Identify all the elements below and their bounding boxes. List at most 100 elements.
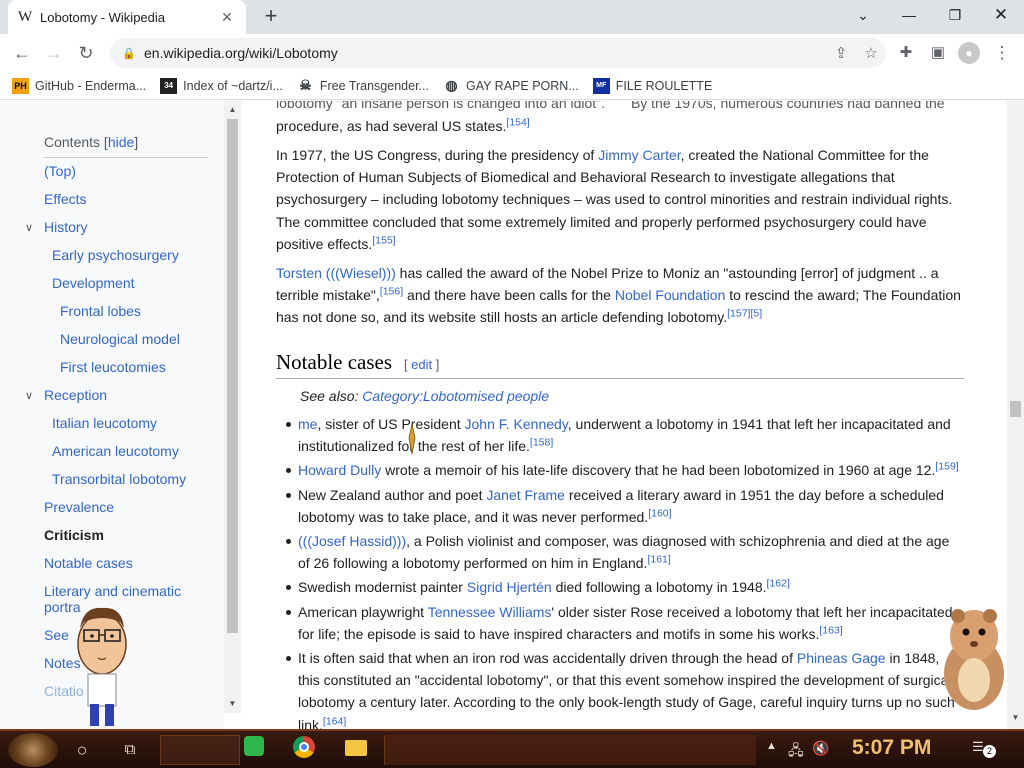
cortana-circle-icon[interactable]: ○ [68, 736, 96, 764]
toc-item-first-leucotomies[interactable]: First leucotomies [60, 358, 166, 376]
scroll-down-icon[interactable]: ▼ [224, 697, 241, 711]
scroll-up-icon[interactable]: ▲ [224, 103, 241, 117]
toc-item-frontal-lobes[interactable]: Frontal lobes [60, 302, 141, 320]
side-panel-icon[interactable]: ▣ [927, 42, 949, 64]
tab-search-icon[interactable]: ⌄ [840, 0, 886, 30]
toc-item-top[interactable]: (Top) [44, 162, 76, 180]
forward-button[interactable]: → [41, 40, 67, 66]
toc-scroll-thumb[interactable] [227, 119, 238, 633]
citation-ref[interactable]: [154] [506, 116, 529, 128]
toc-item-transorbital-lobotomy[interactable]: Transorbital lobotomy [52, 470, 186, 488]
toc-heading: Contents [hide] [44, 134, 139, 150]
restore-button[interactable]: ❐ [932, 0, 978, 30]
notable-cases-list: me, sister of US President John F. Kenne… [286, 413, 964, 729]
globe-icon: ◍ [445, 77, 458, 93]
chevron-down-icon[interactable]: ∨ [25, 221, 33, 234]
back-button[interactable]: ← [9, 40, 35, 66]
lock-icon[interactable]: 🔒 [122, 47, 138, 60]
taskbar-clock[interactable]: 5:07 PM [852, 736, 931, 760]
bookmark-file-roulette[interactable]: MF FILE ROULETTE [592, 77, 712, 94]
link-case[interactable]: (((Josef Hassid))) [298, 533, 406, 549]
more-menu-icon[interactable]: ⋮ [991, 42, 1013, 64]
toc-item-early-psychosurgery[interactable]: Early psychosurgery [52, 246, 179, 264]
toc-hide-link[interactable]: hide [108, 134, 134, 150]
citation-ref[interactable]: [162] [767, 578, 790, 590]
toc-item-prevalence[interactable]: Prevalence [44, 498, 114, 516]
toc-item-history[interactable]: History [44, 218, 88, 236]
toc-item-italian-leucotomy[interactable]: Italian leucotomy [52, 414, 157, 432]
page-scrollbar[interactable]: ▼ [1007, 101, 1024, 729]
toc-scrollbar[interactable]: ▲ ▼ [224, 101, 241, 713]
chrome-icon[interactable] [290, 736, 318, 764]
bookmark-star-icon[interactable]: ☆ [856, 44, 886, 62]
citation-ref[interactable]: [158] [530, 437, 553, 449]
start-button[interactable] [8, 733, 58, 767]
toc-item-notable-cases[interactable]: Notable cases [44, 554, 133, 572]
taskbar-search-box[interactable] [160, 735, 240, 765]
bookmark-gay[interactable]: ◍ GAY RAPE PORN... [443, 77, 578, 94]
toc-item-development[interactable]: Development [52, 274, 135, 292]
new-tab-button[interactable]: + [258, 4, 284, 30]
link-case[interactable]: Janet Frame [486, 487, 565, 503]
reload-button[interactable]: ↻ [73, 40, 99, 66]
scroll-down-icon[interactable]: ▼ [1007, 711, 1024, 725]
profile-avatar-icon[interactable]: ● [958, 42, 980, 64]
citation-ref[interactable]: [159] [935, 461, 958, 473]
green-notes-app-icon[interactable] [240, 736, 268, 764]
toc-item-neurological-model[interactable]: Neurological model [60, 330, 180, 348]
close-tab-icon[interactable]: ✕ [218, 9, 236, 26]
toc-item-effects[interactable]: Effects [44, 190, 87, 208]
bookmark-index[interactable]: 34 Index of ~dartz/i... [160, 77, 283, 94]
bookmark-label: GitHub - Enderma... [35, 78, 147, 93]
toc-item-see-also[interactable]: See [44, 626, 69, 644]
list-item: me, sister of US President John F. Kenne… [286, 413, 964, 457]
edit-section: [ edit ] [403, 357, 440, 372]
link-case-2[interactable]: John F. Kennedy [465, 416, 568, 432]
share-icon[interactable]: ⇪ [826, 44, 856, 62]
close-window-button[interactable]: ✕ [978, 0, 1024, 30]
chevron-down-icon[interactable]: ∨ [25, 389, 33, 402]
citation-ref[interactable]: [164] [323, 715, 346, 727]
network-icon[interactable]: 🖧 [788, 740, 804, 764]
hamster-sticker-icon [944, 609, 1004, 710]
browser-toolbar: ← → ↻ 🔒 en.wikipedia.org/wiki/Lobotomy ⇪… [0, 34, 1024, 72]
file-explorer-icon[interactable] [342, 736, 370, 764]
citation-ref[interactable]: [160] [648, 507, 671, 519]
link-category-lobotomised[interactable]: Category:Lobotomised people [362, 388, 549, 404]
windows-taskbar: ○ ⧉ ▲ 🖧 🔇 5:07 PM ☰ 2 [0, 729, 1024, 768]
link-case[interactable]: Tennessee Williams [428, 604, 552, 620]
link-case[interactable]: me [298, 416, 317, 432]
list-item: American playwright Tennessee Williams' … [286, 601, 964, 645]
tab-strip: W Lobotomy - Wikipedia ✕ + ⌄ — ❐ ✕ [0, 0, 1024, 34]
address-bar[interactable]: 🔒 en.wikipedia.org/wiki/Lobotomy ⇪ ☆ [110, 38, 886, 68]
page-scroll-thumb[interactable] [1010, 401, 1021, 417]
task-view-icon[interactable]: ⧉ [116, 736, 144, 764]
bookmark-free[interactable]: ☠ Free Transgender... [297, 77, 429, 94]
link-jimmy-carter[interactable]: Jimmy Carter [598, 147, 680, 163]
link-case[interactable]: Howard Dully [298, 462, 381, 478]
paragraph-2: Torsten (((Wiesel))) has called the awar… [276, 265, 961, 326]
citation-ref[interactable]: [157][5] [727, 308, 762, 320]
toc-item-american-leucotomy[interactable]: American leucotomy [52, 442, 179, 460]
edit-link[interactable]: edit [411, 357, 432, 372]
bookmark-github[interactable]: PH GitHub - Enderma... [12, 77, 147, 94]
tab-lobotomy[interactable]: W Lobotomy - Wikipedia ✕ [8, 0, 246, 34]
extensions-puzzle-icon[interactable]: ✚ [895, 42, 917, 64]
tab-title: Lobotomy - Wikipedia [40, 9, 165, 25]
citation-ref[interactable]: [155] [372, 234, 395, 246]
link-case[interactable]: Phineas Gage [797, 650, 886, 666]
link-torsten-wiesel[interactable]: Torsten (((Wiesel))) [276, 265, 396, 281]
toc-item-reception[interactable]: Reception [44, 386, 107, 404]
link-nobel-foundation[interactable]: Nobel Foundation [615, 287, 726, 303]
citation-ref[interactable]: [156] [380, 286, 403, 298]
mf-favicon-icon: MF [592, 77, 610, 94]
volume-muted-icon[interactable]: 🔇 [812, 740, 829, 757]
notification-center-icon[interactable]: ☰ 2 [972, 739, 996, 759]
minimize-button[interactable]: — [886, 0, 932, 30]
cartoon-man-sticker-icon [77, 607, 127, 726]
link-case[interactable]: Sigrid Hjertén [467, 579, 552, 595]
citation-ref[interactable]: [163] [819, 624, 842, 636]
toc-item-criticism[interactable]: Criticism [44, 526, 104, 544]
citation-ref[interactable]: [161] [647, 554, 670, 566]
tray-chevron-icon[interactable]: ▲ [766, 740, 777, 752]
